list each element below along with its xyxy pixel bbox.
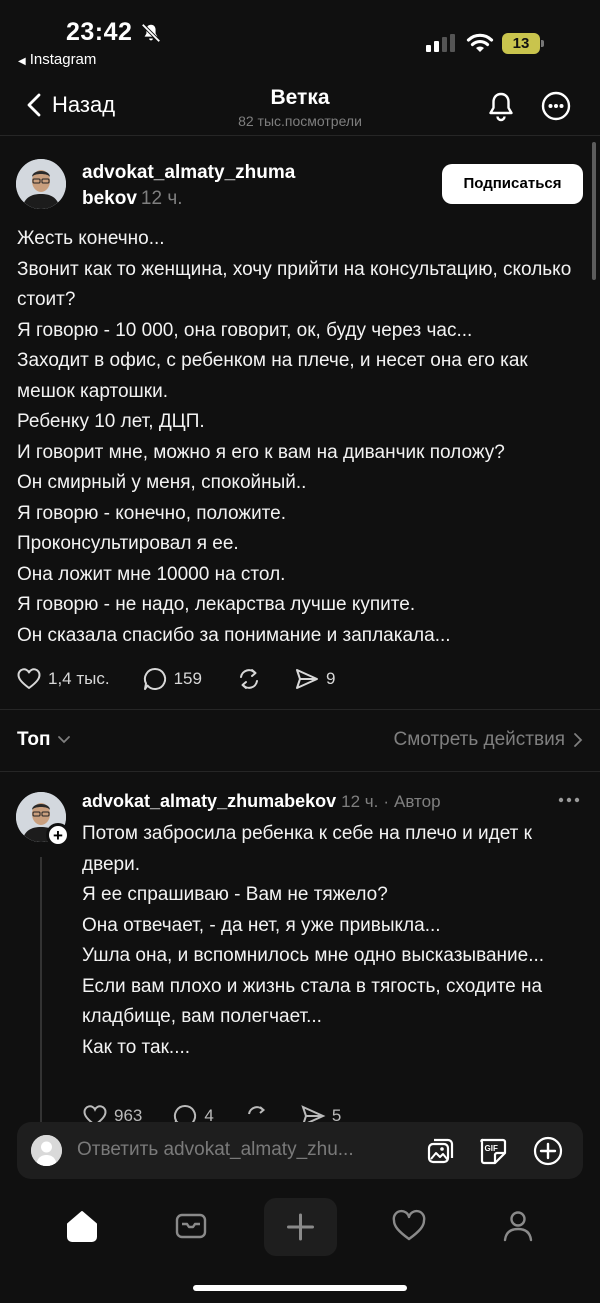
share-button[interactable]: 9 — [294, 666, 335, 692]
share-icon — [295, 669, 318, 689]
comment-button[interactable]: 159 — [142, 666, 202, 692]
back-triangle-icon: ◀ — [18, 56, 26, 67]
post-line: Я говорю - конечно, положите. — [17, 502, 287, 524]
divider — [0, 771, 600, 772]
post-time: 12 ч. — [140, 188, 183, 209]
replies-toolbar: Топ Смотреть действия — [17, 727, 583, 755]
post-line: Я говорю - не надо, лекарства лучше купи… — [17, 594, 416, 615]
status-time: 23:42 — [66, 18, 133, 46]
post-line: Заходит в офис, с ребенком на плече, и н… — [17, 350, 528, 402]
avatar[interactable] — [16, 159, 66, 209]
thread-header: Назад Ветка 82 тыс.посмотрели — [0, 80, 600, 136]
reply-line: Потом забросила ребенка к себе на плечо … — [82, 823, 532, 875]
reply-time: 12 ч. — [341, 792, 379, 811]
post-line: Проконсультировал я ее. — [17, 533, 239, 554]
post-line: Звонит как то женщина, хочу прийти на ко… — [17, 258, 572, 311]
follow-plus-icon[interactable]: + — [46, 823, 70, 847]
divider — [0, 709, 600, 710]
back-to-app-link[interactable]: ◀ Instagram — [18, 51, 96, 68]
author-badge: Автор — [394, 792, 441, 811]
profile-icon[interactable] — [498, 1206, 538, 1246]
reply-line: Если вам плохо и жизнь стала в тягость, … — [82, 975, 543, 1028]
like-count: 1,4 тыс. — [48, 669, 110, 688]
reply-line: Я ее спрашиваю - Вам не тяжело? — [82, 884, 388, 905]
new-thread-button[interactable] — [264, 1198, 337, 1256]
reply-more-icon[interactable] — [556, 790, 582, 810]
post-line: Жесть конечно... — [17, 228, 165, 249]
sort-label: Топ — [17, 729, 51, 750]
inbox-icon[interactable] — [171, 1206, 211, 1246]
post-body: Жесть конечно... Звонит как то женщина, … — [17, 224, 587, 651]
post-line: Он сказала спасибо за понимание и заплак… — [17, 624, 451, 646]
post-username-line2: bekov — [82, 188, 137, 209]
reply-line: Она отвечает, - да нет, я уже привыкла..… — [82, 914, 441, 936]
svg-text:GIF: GIF — [485, 1144, 498, 1153]
home-icon[interactable] — [62, 1206, 102, 1246]
thread-line — [40, 857, 42, 1127]
sort-dropdown[interactable]: Топ — [17, 729, 71, 751]
reply-body: Потом забросила ребенка к себе на плечо … — [82, 819, 587, 1063]
heart-icon — [17, 668, 41, 689]
reply-input[interactable] — [77, 1137, 397, 1163]
gif-icon[interactable]: GIF — [477, 1135, 509, 1167]
bell-icon[interactable] — [485, 90, 517, 122]
signal-icon — [426, 34, 456, 52]
view-activity-label: Смотреть действия — [393, 729, 565, 750]
post-line: Я говорю - 10 000, она говорит, ок, буду… — [17, 319, 473, 341]
post-username-line1: advokat_almaty_zhuma — [82, 162, 296, 183]
plus-icon — [287, 1213, 314, 1241]
repost-icon — [239, 669, 258, 689]
post-author[interactable]: advokat_almaty_zhuma bekov 12 ч. — [82, 160, 332, 212]
tab-bar — [0, 1190, 600, 1270]
follow-button[interactable]: Подписаться — [442, 164, 583, 204]
scrollbar[interactable] — [592, 142, 596, 280]
battery-icon: 13 — [502, 33, 544, 54]
reply-composer: GIF — [17, 1122, 583, 1179]
image-icon[interactable] — [424, 1135, 456, 1167]
post-actions: 1,4 тыс. 159 9 — [16, 666, 335, 692]
post-line: Она ложит мне 10000 на стол. — [17, 563, 286, 585]
home-indicator[interactable] — [193, 1285, 407, 1291]
repost-button[interactable] — [236, 666, 262, 692]
more-icon[interactable] — [540, 90, 572, 122]
reply-username: advokat_almaty_zhumabekov — [82, 791, 337, 811]
status-bar: 23:42 ◀ Instagram 13 — [0, 0, 600, 74]
share-count: 9 — [325, 669, 336, 688]
heart-icon[interactable] — [389, 1206, 429, 1246]
wifi-icon — [466, 33, 494, 52]
reply-line: Ушла она, и вспомнилось мне одно высказы… — [82, 945, 545, 966]
battery-level: 13 — [512, 35, 530, 52]
my-avatar — [31, 1135, 62, 1166]
view-activity-link[interactable]: Смотреть действия — [394, 729, 583, 751]
back-app-label: Instagram — [29, 51, 97, 68]
post-line: И говорит мне, можно я его к вам на дива… — [17, 441, 505, 463]
reply-author[interactable]: advokat_almaty_zhumabekov 12 ч. · Автор — [82, 791, 441, 812]
post-line: Ребенку 10 лет, ДЦП. — [17, 411, 205, 432]
plus-circle-icon[interactable] — [532, 1135, 564, 1167]
comment-icon — [143, 667, 166, 690]
like-button[interactable]: 1,4 тыс. — [16, 666, 110, 692]
post-line: Он смирный у меня, спокойный.. — [17, 472, 307, 493]
reply-separator: · — [383, 792, 390, 811]
chevron-down-icon — [57, 736, 70, 744]
bell-slash-icon — [141, 23, 161, 43]
reply-line: Как то так.... — [82, 1036, 191, 1058]
comment-count: 159 — [173, 669, 202, 688]
chevron-right-icon — [574, 733, 583, 747]
